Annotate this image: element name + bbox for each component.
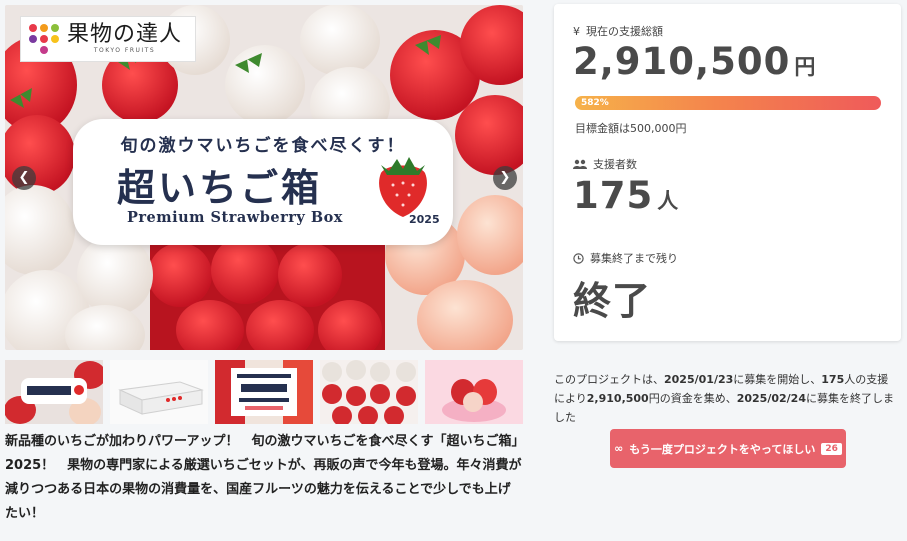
request-again-button[interactable]: ∞ もう一度プロジェクトをやってほしい 26 (610, 429, 846, 468)
banner-title: 超いちご箱 (117, 165, 323, 210)
banner-year: 2025 (409, 213, 440, 226)
progress-bar-fill (575, 96, 881, 110)
start-date: 2025/01/23 (664, 373, 734, 386)
users-icon (573, 159, 587, 169)
thumbnail[interactable] (320, 360, 418, 424)
logo-name-jp: 果物の達人 (67, 22, 183, 47)
total-amount: 2,910,500 円 (573, 40, 816, 83)
progress-percent: 582% (581, 98, 609, 108)
total-amount-unit: 円 (794, 55, 817, 79)
summary-supporters: 175 (821, 373, 845, 386)
supporters-unit: 人 (657, 189, 680, 213)
remaining-value: 終了 (573, 279, 652, 323)
progress-bar: 582% (575, 96, 881, 110)
thumbnail[interactable] (110, 360, 208, 424)
infinity-icon: ∞ (614, 442, 624, 455)
logo-mark-icon (29, 24, 59, 54)
next-slide-button[interactable]: ❯ (493, 166, 517, 190)
logo-name-en: TOKYO FRUITS (93, 47, 156, 54)
goal-amount: 目標金額は500,000円 (575, 122, 687, 135)
banner-subtitle: Premium Strawberry Box (127, 209, 343, 226)
project-description: 新品種のいちごが加わりパワーアップ！ 旬の激ウマいちごを食べ尽くす「超いちご箱」… (5, 434, 522, 521)
end-date: 2025/02/24 (736, 392, 806, 405)
total-amount-label: ¥ 現在の支援総額 (573, 24, 663, 39)
thumbnail-strip (5, 360, 523, 424)
remaining-label: 募集終了まで残り (573, 250, 678, 266)
summary-amount: 2,910,500 (586, 392, 649, 405)
prev-slide-button[interactable]: ❮ (12, 166, 36, 190)
supporters-value: 175 (573, 174, 654, 217)
total-amount-value: 2,910,500 (573, 40, 791, 83)
yen-icon: ¥ (573, 24, 580, 38)
funding-stats-card: ¥ 現在の支援総額 2,910,500 円 582% 目標金額は500,000円 … (554, 4, 901, 341)
thumbnail[interactable] (5, 360, 103, 424)
product-banner: 旬の激ウマいちごを食べ尽くす！ 超いちご箱 Premium Strawberry… (73, 119, 453, 245)
clock-icon (573, 252, 584, 264)
request-again-label: もう一度プロジェクトをやってほしい (629, 442, 816, 456)
brand-logo: 果物の達人 TOKYO FRUITS (20, 16, 196, 62)
project-summary: このプロジェクトは、2025/01/23に募集を開始し、175人の支援により2,… (554, 373, 894, 424)
request-count-badge: 26 (821, 442, 842, 455)
supporters-count: 175 人 (573, 174, 679, 217)
thumbnail[interactable] (425, 360, 523, 424)
chevron-right-icon: ❯ (499, 170, 511, 185)
strawberry-icon (379, 157, 427, 217)
chevron-left-icon: ❮ (18, 170, 30, 185)
supporters-label: 支援者数 (573, 156, 637, 172)
main-image[interactable]: 果物の達人 TOKYO FRUITS 旬の激ウマいちごを食べ尽くす！ 超いちご箱… (5, 5, 523, 350)
thumbnail[interactable] (215, 360, 313, 424)
